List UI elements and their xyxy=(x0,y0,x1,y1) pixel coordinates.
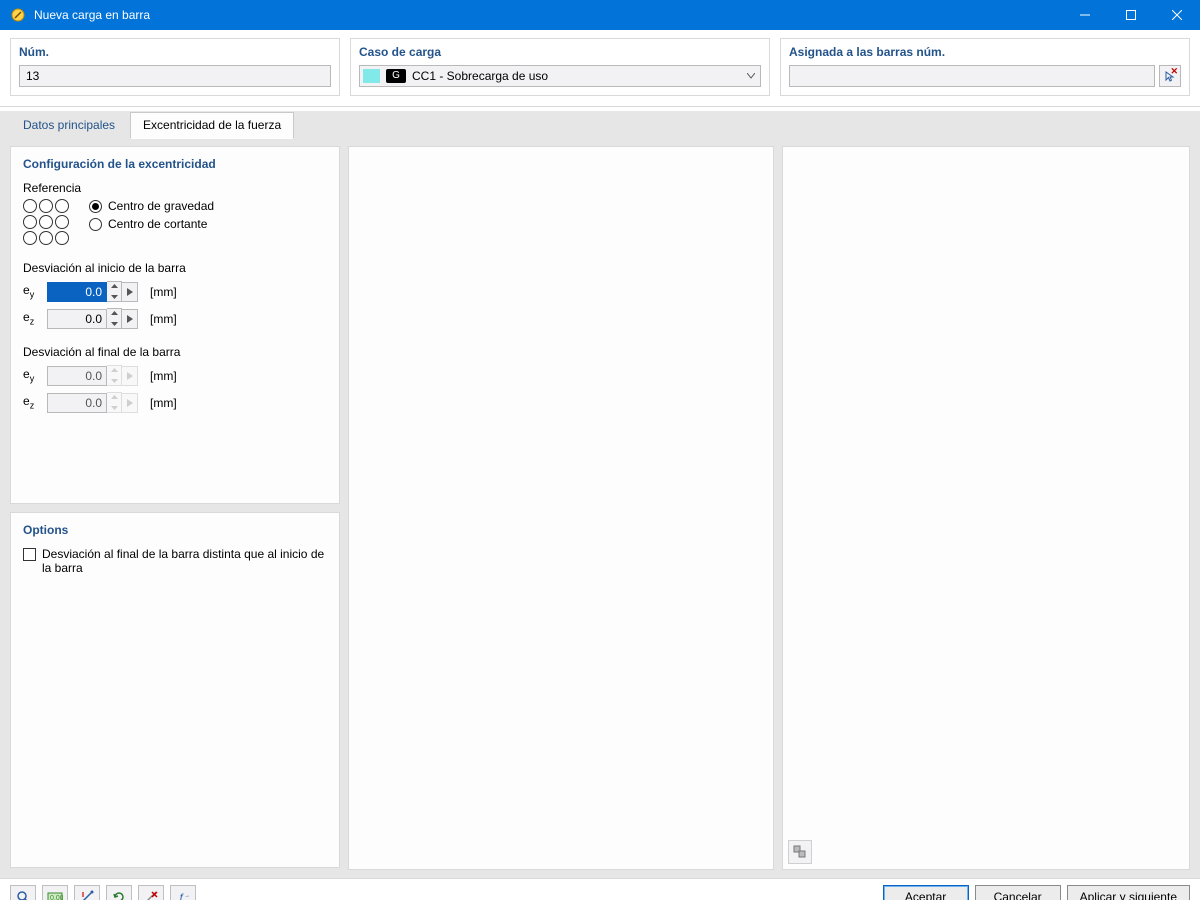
preview-panel-middle xyxy=(348,146,774,870)
loadcase-dropdown[interactable]: G CC1 - Sobrecarga de uso xyxy=(359,65,761,87)
loadcase-category-badge: G xyxy=(386,69,406,83)
reference-label: Referencia xyxy=(23,181,327,195)
delete-icon xyxy=(144,890,158,900)
radio-icon xyxy=(89,200,102,213)
options-panel: Options Desviación al final de la barra … xyxy=(10,512,340,868)
refresh-button[interactable] xyxy=(106,885,132,900)
start-offset-header: Desviación al inicio de la barra xyxy=(23,261,327,275)
checkbox-label: Desviación al final de la barra distinta… xyxy=(42,547,327,575)
ez-start-input[interactable] xyxy=(47,309,107,329)
assigned-label: Asignada a las barras núm. xyxy=(789,45,1181,59)
ez-start-menu-button[interactable] xyxy=(122,309,138,329)
loadcase-text: CC1 - Sobrecarga de uso xyxy=(412,69,742,83)
ey-start-input[interactable] xyxy=(47,282,107,302)
pick-members-button[interactable]: ✕ xyxy=(1159,65,1181,87)
unit-label: [mm] xyxy=(150,312,177,326)
units-icon: 0,00 xyxy=(47,891,63,900)
refresh-icon xyxy=(112,890,126,900)
radio-center-of-gravity[interactable]: Centro de gravedad xyxy=(89,199,214,213)
function-button[interactable]: ƒ→ xyxy=(170,885,196,900)
ey-end-label: ey xyxy=(23,367,41,383)
clear-x-icon: ✕ xyxy=(1170,66,1178,77)
member-button[interactable] xyxy=(74,885,100,900)
end-offset-header: Desviación al final de la barra xyxy=(23,345,327,359)
ey-end-menu-button xyxy=(122,366,138,386)
svg-text:→: → xyxy=(184,893,190,899)
ey-start-label: ey xyxy=(23,283,41,299)
chevron-down-icon xyxy=(742,73,760,79)
help-button[interactable] xyxy=(10,885,36,900)
options-header: Options xyxy=(23,523,327,537)
checkbox-icon xyxy=(23,548,36,561)
eccentricity-panel: Configuración de la excentricidad Refere… xyxy=(10,146,340,504)
ey-end-input xyxy=(47,366,107,386)
ez-start-spinner[interactable] xyxy=(107,308,122,329)
radio-icon xyxy=(89,218,102,231)
ez-end-spinner xyxy=(107,392,122,413)
window-title: Nueva carga en barra xyxy=(34,8,1062,22)
unit-label: [mm] xyxy=(150,285,177,299)
delete-button[interactable] xyxy=(138,885,164,900)
eccentricity-header: Configuración de la excentricidad xyxy=(23,157,327,171)
member-icon xyxy=(80,890,94,900)
maximize-button[interactable] xyxy=(1108,0,1154,30)
view-settings-button[interactable] xyxy=(788,840,812,864)
preview-panel-right xyxy=(782,146,1190,870)
magnifier-icon xyxy=(16,890,30,900)
radio-label: Centro de cortante xyxy=(108,217,207,231)
ez-end-menu-button xyxy=(122,393,138,413)
gear-icon xyxy=(793,845,807,859)
close-button[interactable] xyxy=(1154,0,1200,30)
radio-label: Centro de gravedad xyxy=(108,199,214,213)
radio-shear-center[interactable]: Centro de cortante xyxy=(89,217,214,231)
app-icon xyxy=(10,7,26,23)
ez-end-label: ez xyxy=(23,394,41,410)
unit-label: [mm] xyxy=(150,369,177,383)
apply-next-button[interactable]: Aplicar y siguiente xyxy=(1067,885,1190,900)
ey-start-spinner[interactable] xyxy=(107,281,122,302)
minimize-button[interactable] xyxy=(1062,0,1108,30)
ez-end-input xyxy=(47,393,107,413)
tab-eccentricity[interactable]: Excentricidad de la fuerza xyxy=(130,112,294,139)
assigned-input[interactable] xyxy=(789,65,1155,87)
loadcase-label: Caso de carga xyxy=(359,45,761,59)
reference-position-grid[interactable] xyxy=(23,199,69,245)
loadcase-color-swatch xyxy=(363,69,380,83)
accept-button[interactable]: Aceptar xyxy=(883,885,969,900)
num-label: Núm. xyxy=(19,45,331,59)
ez-start-label: ez xyxy=(23,310,41,326)
num-input[interactable] xyxy=(19,65,331,87)
cancel-button[interactable]: Cancelar xyxy=(975,885,1061,900)
svg-text:0,00: 0,00 xyxy=(50,895,63,900)
function-icon: ƒ→ xyxy=(176,890,190,900)
checkbox-different-end-offset[interactable]: Desviación al final de la barra distinta… xyxy=(23,547,327,575)
units-button[interactable]: 0,00 xyxy=(42,885,68,900)
tab-main-data[interactable]: Datos principales xyxy=(10,112,128,139)
ey-start-menu-button[interactable] xyxy=(122,282,138,302)
ey-end-spinner xyxy=(107,365,122,386)
unit-label: [mm] xyxy=(150,396,177,410)
